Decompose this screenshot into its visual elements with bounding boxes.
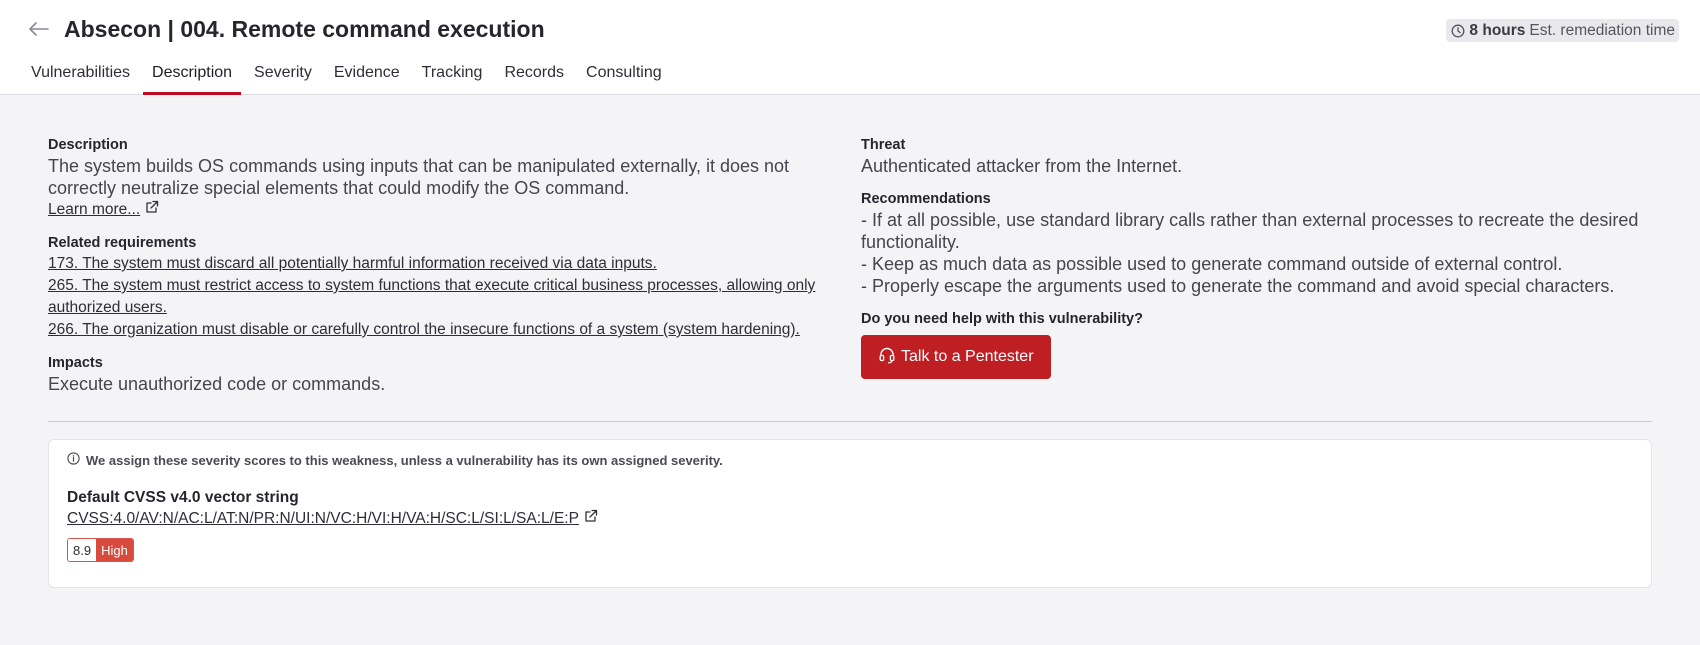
- talk-to-pentester-button[interactable]: Talk to a Pentester: [861, 335, 1051, 379]
- severity-level: High: [96, 539, 133, 561]
- recommendation-item: - Properly escape the arguments used to …: [861, 276, 1615, 296]
- recommendations-heading: Recommendations: [861, 191, 991, 207]
- impacts-heading: Impacts: [48, 355, 103, 371]
- back-button[interactable]: [26, 18, 52, 44]
- cvss-card: We assign these severity scores to this …: [48, 439, 1652, 588]
- description-text: The system builds OS commands using inpu…: [48, 156, 790, 198]
- cvss-note: We assign these severity scores to this …: [67, 452, 723, 468]
- threat-text: Authenticated attacker from the Internet…: [861, 156, 1183, 176]
- impacts-section: Impacts Execute unauthorized code or com…: [48, 355, 838, 395]
- threat-section: Threat Authenticated attacker from the I…: [861, 137, 1651, 177]
- description-section: Description The system builds OS command…: [48, 137, 838, 221]
- right-column: Threat Authenticated attacker from the I…: [861, 137, 1651, 393]
- requirements-section: Related requirements 173. The system mus…: [48, 235, 838, 341]
- learn-more-label: Learn more...: [48, 201, 141, 218]
- cvss-title: Default CVSS v4.0 vector string: [67, 489, 299, 506]
- headset-icon: [878, 346, 896, 369]
- requirement-link[interactable]: 266. The organization must disable or ca…: [48, 319, 838, 341]
- remediation-label: Est. remediation time: [1529, 21, 1675, 39]
- remediation-time-badge: 8 hours Est. remediation time: [1446, 19, 1679, 42]
- tab-evidence[interactable]: Evidence: [325, 58, 409, 95]
- severity-badge: 8.9 High: [67, 538, 134, 562]
- recommendation-item: - Keep as much data as possible used to …: [861, 254, 1563, 274]
- description-heading: Description: [48, 137, 128, 153]
- requirements-heading: Related requirements: [48, 235, 197, 251]
- cvss-vector-link[interactable]: CVSS:4.0/AV:N/AC:L/AT:N/PR:N/UI:N/VC:H/V…: [67, 508, 598, 530]
- recommendations-section: Recommendations - If at all possible, us…: [861, 191, 1651, 297]
- tab-records[interactable]: Records: [495, 58, 573, 95]
- external-link-icon: [584, 508, 598, 530]
- clock-icon: [1451, 24, 1465, 38]
- learn-more-link[interactable]: Learn more...: [48, 199, 159, 221]
- recommendation-item: - If at all possible, use standard libra…: [861, 210, 1639, 252]
- tab-tracking[interactable]: Tracking: [413, 58, 492, 95]
- cvss-vector-text: CVSS:4.0/AV:N/AC:L/AT:N/PR:N/UI:N/VC:H/V…: [67, 510, 579, 527]
- tab-description[interactable]: Description: [143, 58, 242, 95]
- cvss-note-text: We assign these severity scores to this …: [86, 452, 723, 468]
- arrow-left-icon: [29, 21, 49, 41]
- threat-heading: Threat: [861, 137, 906, 153]
- help-section: Do you need help with this vulnerability…: [861, 311, 1651, 379]
- tab-bar: Vulnerabilities Description Severity Evi…: [22, 58, 671, 95]
- info-circle-icon: [67, 452, 80, 468]
- top-header: Absecon | 004. Remote command execution …: [0, 0, 1700, 95]
- requirement-link[interactable]: 173. The system must discard all potenti…: [48, 253, 838, 275]
- help-heading: Do you need help with this vulnerability…: [861, 311, 1143, 327]
- tab-severity[interactable]: Severity: [245, 58, 321, 95]
- left-column: Description The system builds OS command…: [48, 137, 838, 409]
- tab-vulnerabilities[interactable]: Vulnerabilities: [22, 58, 139, 95]
- impacts-text: Execute unauthorized code or commands.: [48, 374, 386, 394]
- page-title: Absecon | 004. Remote command execution: [64, 16, 545, 42]
- external-link-icon: [145, 199, 159, 221]
- requirement-link[interactable]: 265. The system must restrict access to …: [48, 275, 838, 319]
- remediation-value: 8 hours: [1469, 21, 1526, 39]
- talk-to-pentester-label: Talk to a Pentester: [901, 348, 1034, 365]
- section-divider: [48, 421, 1652, 422]
- tab-consulting[interactable]: Consulting: [577, 58, 671, 95]
- severity-score: 8.9: [68, 539, 97, 561]
